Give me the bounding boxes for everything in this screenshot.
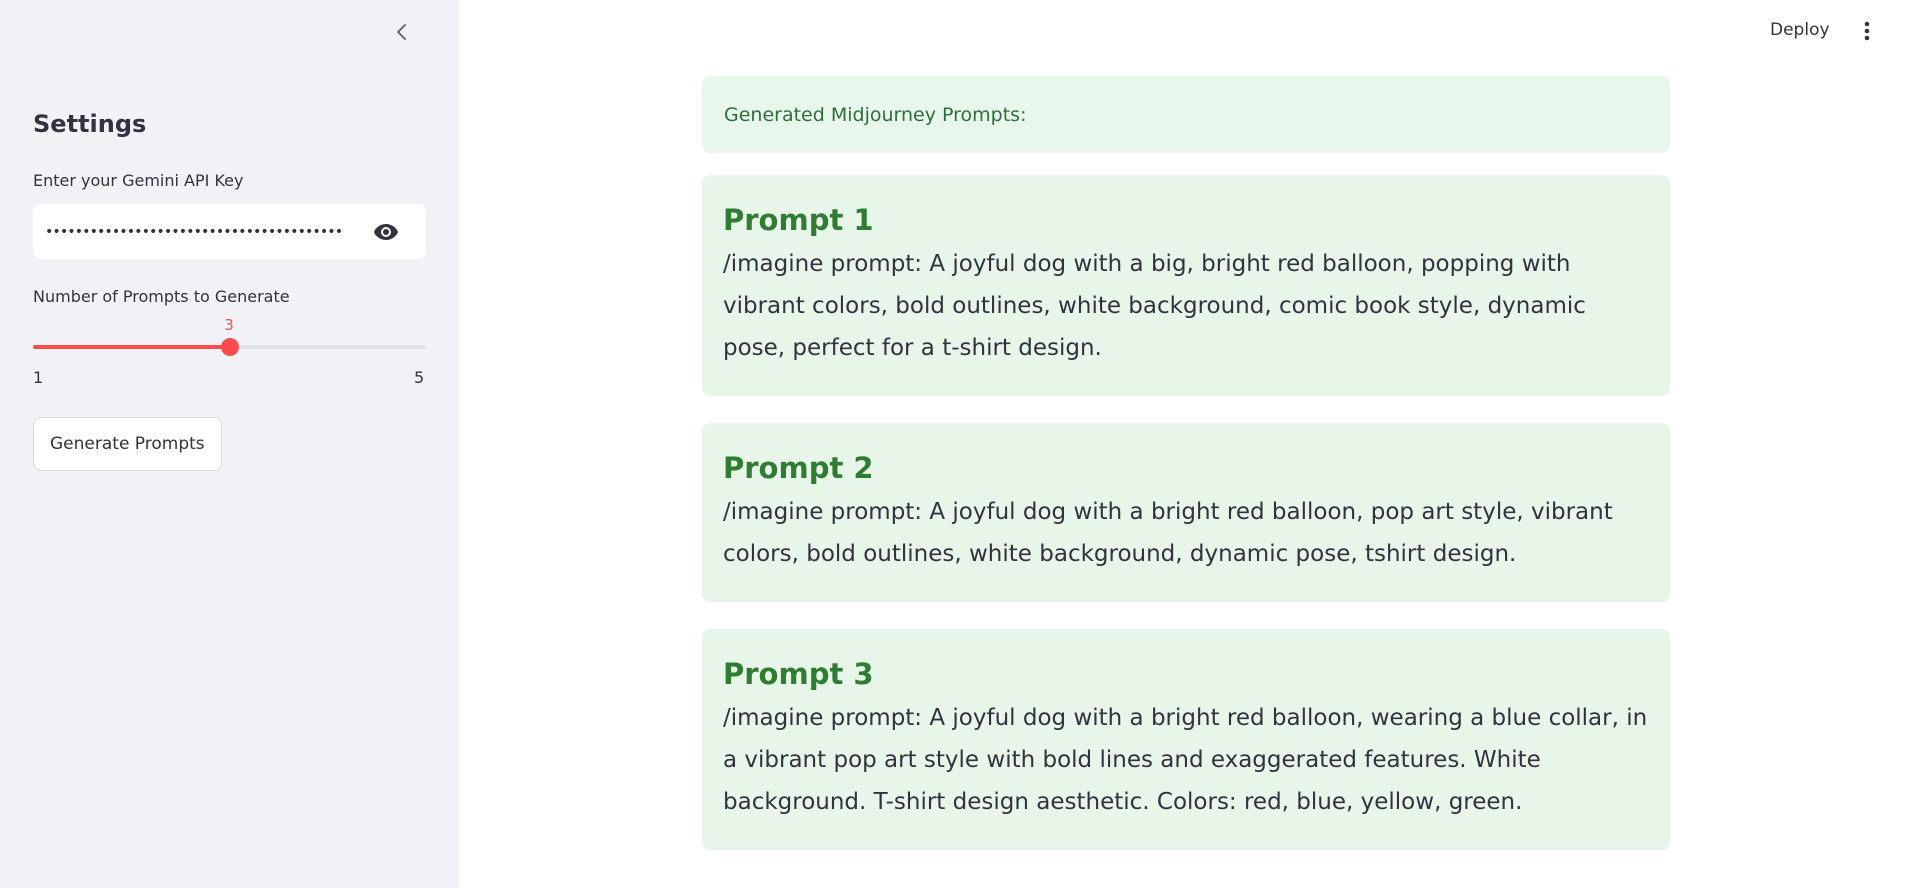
prompt-text: /imagine prompt: A joyful dog with a bri… bbox=[723, 499, 1613, 567]
slider-label: Number of Prompts to Generate bbox=[33, 287, 290, 306]
prompt-title: Prompt 1 bbox=[723, 203, 874, 237]
api-key-label: Enter your Gemini API Key bbox=[33, 171, 244, 190]
sidebar-collapse-button[interactable] bbox=[388, 18, 416, 46]
prompt-card: Prompt 2 /imagine prompt: A joyful dog w… bbox=[702, 423, 1670, 602]
eye-icon bbox=[374, 224, 398, 240]
main-content: Generated Midjourney Prompts: Prompt 1 /… bbox=[702, 76, 1670, 850]
slider-fill bbox=[33, 345, 230, 349]
slider-current-value: 3 bbox=[224, 316, 234, 334]
deploy-button[interactable]: Deploy bbox=[1766, 18, 1834, 42]
prompt-card: Prompt 1 /imagine prompt: A joyful dog w… bbox=[702, 175, 1670, 396]
prompt-card: Prompt 3 /imagine prompt: A joyful dog w… bbox=[702, 629, 1670, 850]
api-key-input[interactable] bbox=[45, 204, 365, 259]
chevron-left-icon bbox=[397, 24, 406, 40]
prompt-text: /imagine prompt: A joyful dog with a bri… bbox=[723, 705, 1648, 815]
slider-max-label: 5 bbox=[414, 368, 425, 387]
generate-prompts-button[interactable]: Generate Prompts bbox=[33, 417, 222, 471]
slider-thumb[interactable] bbox=[220, 338, 239, 356]
prompt-title: Prompt 2 bbox=[723, 451, 874, 485]
prompt-title: Prompt 3 bbox=[723, 657, 874, 691]
main-menu-button[interactable] bbox=[1855, 16, 1879, 46]
slider-min-label: 1 bbox=[33, 368, 44, 387]
more-vertical-icon bbox=[1864, 21, 1870, 41]
prompt-text: /imagine prompt: A joyful dog with a big… bbox=[723, 251, 1586, 361]
sidebar-title: Settings bbox=[33, 110, 147, 138]
prompt-count-slider[interactable] bbox=[33, 338, 426, 356]
success-message: Generated Midjourney Prompts: bbox=[702, 76, 1670, 153]
sidebar: Settings Enter your Gemini API Key Numbe… bbox=[0, 0, 459, 888]
app: Settings Enter your Gemini API Key Numbe… bbox=[0, 0, 1920, 888]
api-key-field bbox=[33, 204, 426, 259]
show-password-button[interactable] bbox=[372, 220, 400, 244]
